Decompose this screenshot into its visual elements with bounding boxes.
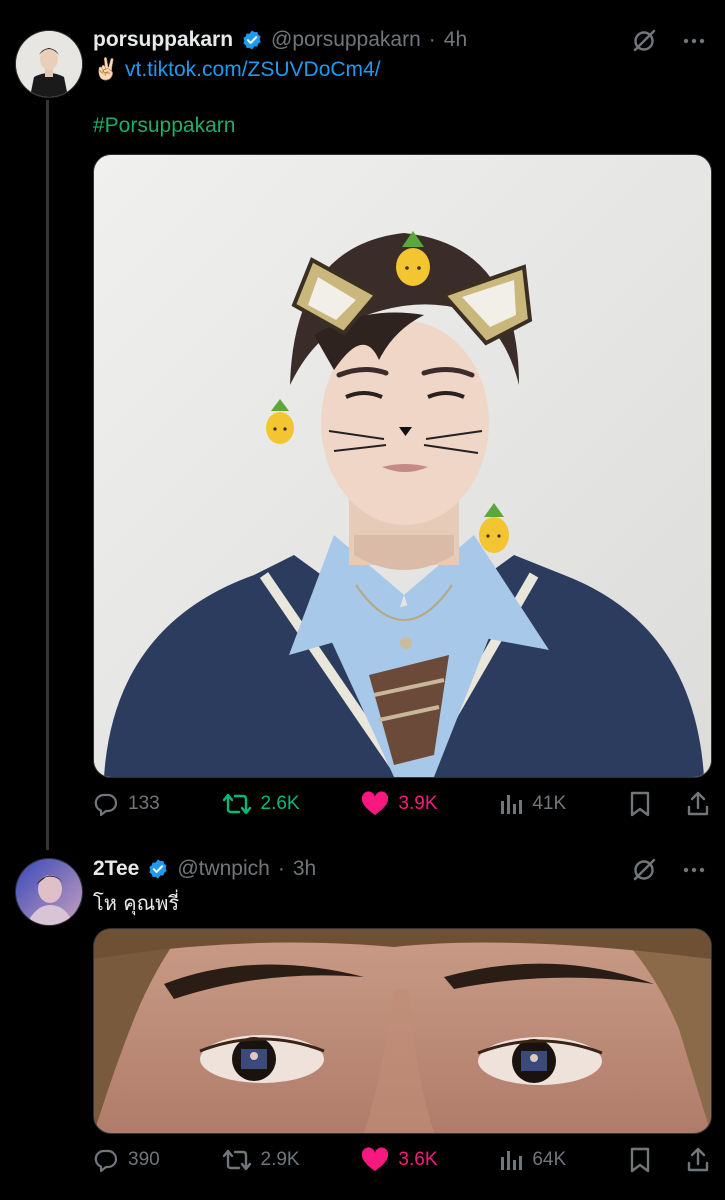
like-count: 3.9K xyxy=(398,793,438,814)
views-chart-icon xyxy=(501,1151,523,1170)
author-handle[interactable]: @twnpich xyxy=(177,857,270,881)
view-count: 41K xyxy=(532,793,567,814)
post-top-icons xyxy=(631,28,707,54)
post-top-icons xyxy=(631,857,707,883)
reply-count: 133 xyxy=(128,793,160,814)
more-options-icon[interactable] xyxy=(681,857,707,883)
reply-button[interactable]: 133 xyxy=(93,791,160,817)
post-time[interactable]: 4h xyxy=(444,28,467,52)
victory-hand-emoji: ✌🏻 xyxy=(93,58,120,81)
retweet-button[interactable]: 2.6K xyxy=(222,791,300,817)
retweet-icon xyxy=(222,793,251,815)
like-count: 3.6K xyxy=(398,1149,438,1170)
grok-icon[interactable] xyxy=(631,857,657,883)
author-name[interactable]: porsuppakarn xyxy=(93,28,233,52)
reply-icon xyxy=(94,1149,118,1173)
post-time[interactable]: 3h xyxy=(293,857,316,881)
post-media-image[interactable] xyxy=(93,928,712,1134)
bookmark-icon[interactable] xyxy=(628,1146,652,1174)
reply-count: 390 xyxy=(128,1149,160,1170)
author-name[interactable]: 2Tee xyxy=(93,857,139,881)
verified-badge-icon xyxy=(149,859,167,879)
like-button[interactable]: 3.9K xyxy=(361,791,438,817)
retweet-count: 2.6K xyxy=(260,793,300,814)
views-chart-icon xyxy=(501,795,523,814)
more-options-icon[interactable] xyxy=(681,28,707,54)
post-media-image[interactable] xyxy=(93,154,712,778)
retweet-count: 2.9K xyxy=(260,1149,300,1170)
thread-connector-line xyxy=(46,100,49,850)
separator-dot: · xyxy=(428,28,436,51)
separator-dot: · xyxy=(277,857,285,880)
avatar-2tee[interactable] xyxy=(15,858,83,926)
grok-icon[interactable] xyxy=(631,28,657,54)
post-header: 2Tee @twnpich · 3h xyxy=(93,857,316,881)
heart-filled-icon xyxy=(362,1147,389,1171)
avatar-porsuppakarn[interactable] xyxy=(15,30,83,98)
share-icon[interactable] xyxy=(686,1146,710,1174)
reply-button[interactable]: 390 xyxy=(93,1147,160,1173)
author-handle[interactable]: @porsuppakarn xyxy=(271,28,421,52)
views-button[interactable]: 41K xyxy=(499,791,566,817)
post-actions-bar: 390 2.9K 3.6K 64K xyxy=(93,1146,710,1174)
post-body-text: โห คุณพรี่ xyxy=(93,891,180,915)
tiktok-link[interactable]: vt.tiktok.com/ZSUVDoCm4/ xyxy=(125,58,381,81)
post-header: porsuppakarn @porsuppakarn · 4h xyxy=(93,28,467,52)
verified-badge-icon xyxy=(243,30,261,50)
bookmark-icon[interactable] xyxy=(628,790,652,818)
retweet-icon xyxy=(222,1149,251,1171)
reply-icon xyxy=(94,793,118,817)
post-actions-bar: 133 2.6K 3.9K 41K xyxy=(93,790,710,818)
like-button[interactable]: 3.6K xyxy=(361,1147,438,1173)
views-button[interactable]: 64K xyxy=(499,1147,566,1173)
view-count: 64K xyxy=(532,1149,567,1170)
retweet-button[interactable]: 2.9K xyxy=(222,1147,300,1173)
post-body-line1: ✌🏻 vt.tiktok.com/ZSUVDoCm4/ xyxy=(93,58,381,82)
hashtag-link[interactable]: #Porsuppakarn xyxy=(93,114,235,138)
share-icon[interactable] xyxy=(686,790,710,818)
heart-filled-icon xyxy=(362,791,389,815)
